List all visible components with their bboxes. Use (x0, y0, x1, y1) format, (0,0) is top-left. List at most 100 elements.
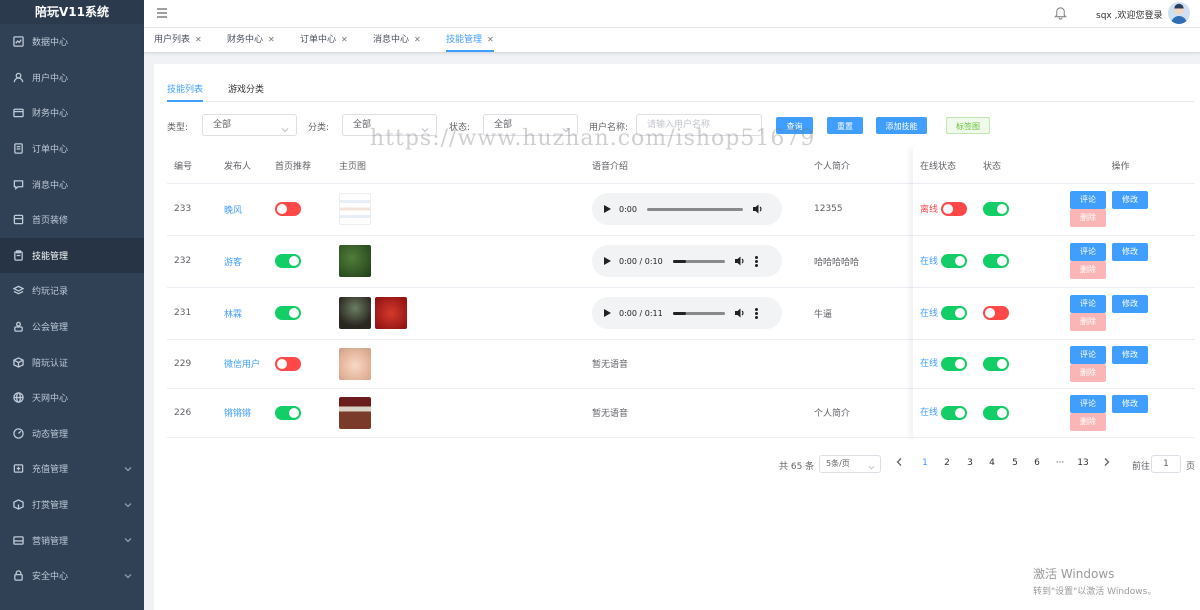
sidebar-item-14[interactable]: 营销管理 (0, 522, 144, 558)
publisher-link[interactable]: 晚风 (224, 206, 242, 216)
status-toggle[interactable] (983, 202, 1009, 216)
audio-progress-track[interactable] (672, 259, 725, 263)
next-page-icon[interactable] (1098, 458, 1114, 469)
tab-orders[interactable]: 订单中心 ✕ (300, 28, 348, 52)
online-toggle[interactable] (940, 254, 967, 269)
close-icon[interactable]: ✕ (487, 35, 494, 44)
delete-button[interactable]: 删除 (1070, 313, 1106, 331)
page-size-select[interactable]: 5条/页 (819, 455, 881, 473)
delete-button[interactable]: 删除 (1070, 209, 1106, 227)
online-toggle[interactable] (940, 356, 967, 371)
main-image[interactable] (339, 396, 371, 429)
sidebar-item-0[interactable]: 数据中心 (0, 24, 144, 60)
delete-button[interactable]: 删除 (1070, 363, 1106, 382)
volume-icon[interactable] (752, 204, 765, 214)
comment-button[interactable]: 评论 (1070, 394, 1106, 413)
sidebar-item-13[interactable]: 打赏管理 (0, 487, 144, 523)
tab-user-list[interactable]: 用户列表 ✕ (154, 28, 202, 52)
sidebar-item-15[interactable]: 安全中心 (0, 558, 144, 594)
recommend-toggle[interactable] (275, 306, 301, 320)
sidebar-item-12[interactable]: 充值管理 (0, 451, 144, 487)
online-toggle[interactable] (940, 306, 967, 321)
sidebar-item-6[interactable]: 技能管理 (0, 237, 144, 274)
publisher-link[interactable]: 锵锵锵 (224, 409, 251, 419)
sidebar-item-2[interactable]: 财务中心 (0, 95, 144, 131)
avatar[interactable] (1168, 2, 1190, 24)
sidebar-item-9[interactable]: 陪玩认证 (0, 344, 144, 380)
status-toggle[interactable] (983, 254, 1009, 268)
tag-icon-button[interactable]: 标签图 (946, 117, 990, 134)
page-ellipsis[interactable]: ··· (1052, 458, 1068, 468)
subtab-skill-list[interactable]: 技能列表 (167, 82, 203, 95)
comment-button[interactable]: 评论 (1070, 295, 1106, 313)
bell-icon[interactable] (1053, 5, 1069, 21)
status-toggle[interactable] (983, 405, 1009, 420)
recommend-toggle[interactable] (275, 405, 301, 420)
publisher-link[interactable]: 林霖 (224, 310, 242, 320)
comment-button[interactable]: 评论 (1070, 243, 1106, 261)
sidebar-item-10[interactable]: 天网中心 (0, 380, 144, 416)
recommend-toggle[interactable] (275, 254, 301, 268)
page-4[interactable]: 4 (984, 458, 1000, 468)
goto-input[interactable]: 1 (1151, 455, 1181, 473)
sidebar-item-5[interactable]: 首页装修 (0, 202, 144, 238)
delete-button[interactable]: 删除 (1070, 261, 1106, 279)
tab-messages[interactable]: 消息中心 ✕ (373, 28, 421, 52)
sidebar-item-1[interactable]: 用户中心 (0, 60, 144, 96)
sidebar-item-8[interactable]: 公会管理 (0, 309, 144, 345)
delete-button[interactable]: 删除 (1070, 412, 1106, 431)
volume-icon[interactable] (734, 256, 747, 266)
sidebar-item-7[interactable]: 约玩记录 (0, 273, 144, 309)
close-icon[interactable]: ✕ (341, 35, 348, 44)
page-2[interactable]: 2 (939, 458, 955, 468)
publisher-link[interactable]: 微信用户 (224, 360, 260, 370)
sidebar-item-4[interactable]: 消息中心 (0, 166, 144, 202)
play-icon[interactable] (604, 309, 611, 317)
main-image[interactable] (339, 193, 371, 225)
audio-player[interactable]: 0:00 / 0:10 (592, 245, 782, 277)
edit-button[interactable]: 修改 (1112, 191, 1148, 209)
publisher-link[interactable]: 游客 (224, 258, 242, 268)
main-image[interactable] (339, 245, 371, 277)
recommend-toggle[interactable] (275, 356, 301, 371)
page-5[interactable]: 5 (1007, 458, 1023, 468)
audio-player[interactable]: 0:00 / 0:11 (592, 297, 782, 329)
page-1[interactable]: 1 (917, 458, 933, 468)
sidebar-item-11[interactable]: 动态管理 (0, 416, 144, 452)
type-select[interactable]: 全部 (202, 114, 297, 136)
audio-progress-track[interactable] (672, 311, 725, 315)
main-image[interactable] (339, 297, 371, 329)
online-toggle[interactable] (940, 202, 967, 217)
status-toggle[interactable] (983, 306, 1009, 320)
close-icon[interactable]: ✕ (195, 35, 202, 44)
online-toggle[interactable] (940, 405, 967, 420)
page-3[interactable]: 3 (962, 458, 978, 468)
tab-finance[interactable]: 财务中心 ✕ (227, 28, 275, 52)
subtab-game-category[interactable]: 游戏分类 (228, 82, 264, 95)
hamburger-icon[interactable] (156, 7, 170, 21)
audio-progress-track[interactable] (646, 207, 743, 211)
close-icon[interactable]: ✕ (414, 35, 421, 44)
tab-skill-management[interactable]: 技能管理 ✕ (446, 28, 494, 52)
edit-button[interactable]: 修改 (1112, 345, 1148, 364)
audio-player[interactable]: 0:00 (592, 193, 782, 225)
add-skill-button[interactable]: 添加技能 (876, 117, 927, 134)
comment-button[interactable]: 评论 (1070, 345, 1106, 364)
prev-page-icon[interactable] (891, 458, 907, 469)
comment-button[interactable]: 评论 (1070, 191, 1106, 209)
main-image[interactable] (339, 347, 371, 380)
reset-button[interactable]: 重置 (827, 117, 863, 134)
more-options-icon[interactable] (754, 255, 758, 267)
play-icon[interactable] (604, 205, 611, 213)
volume-icon[interactable] (734, 308, 747, 318)
sidebar-item-3[interactable]: 订单中心 (0, 131, 144, 167)
recommend-toggle[interactable] (275, 202, 301, 216)
main-image[interactable] (375, 297, 407, 329)
close-icon[interactable]: ✕ (268, 35, 275, 44)
edit-button[interactable]: 修改 (1112, 243, 1148, 261)
more-options-icon[interactable] (754, 307, 758, 319)
page-13[interactable]: 13 (1075, 458, 1091, 468)
edit-button[interactable]: 修改 (1112, 295, 1148, 313)
edit-button[interactable]: 修改 (1112, 394, 1148, 413)
status-toggle[interactable] (983, 356, 1009, 371)
